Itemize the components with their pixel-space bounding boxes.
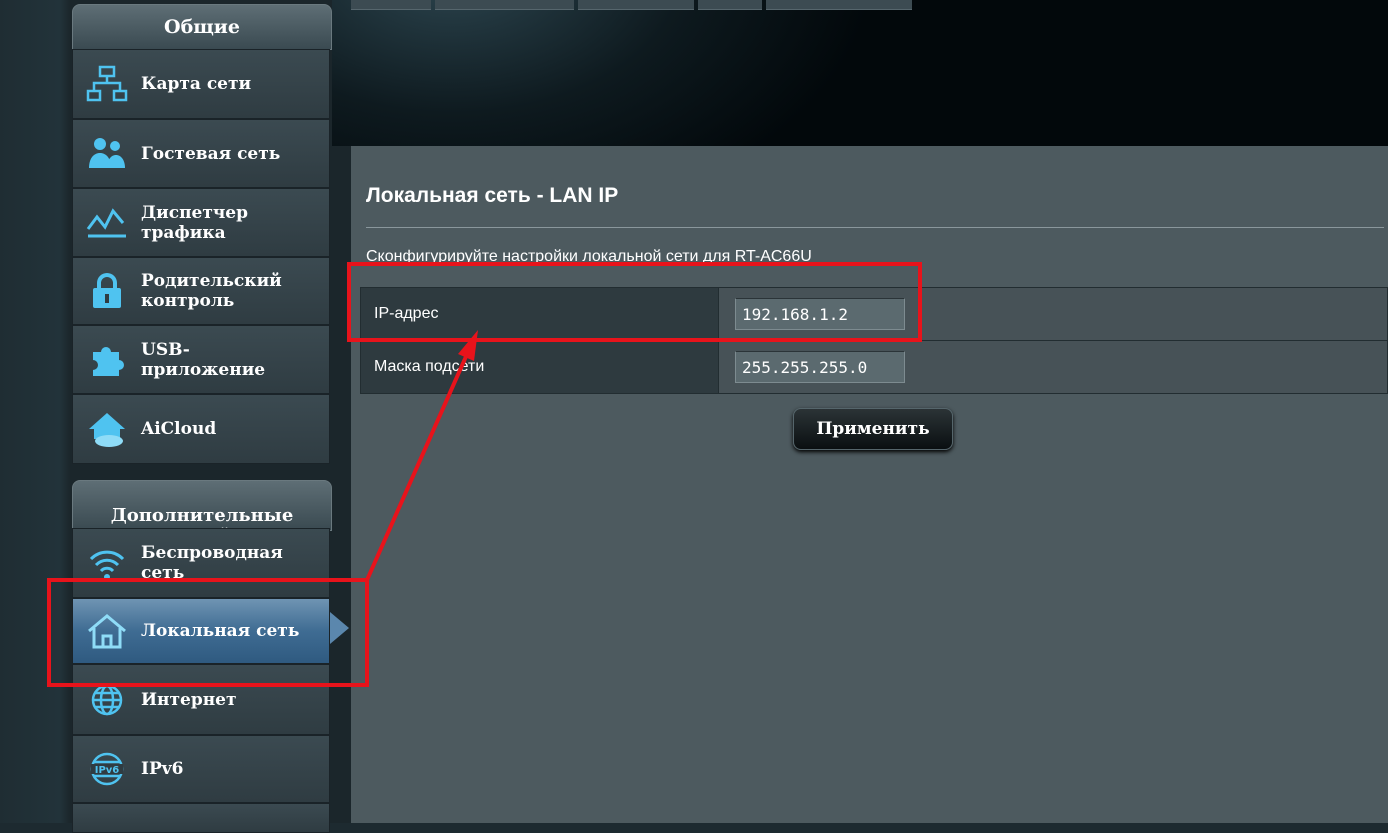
annotation-arrow — [365, 330, 478, 581]
